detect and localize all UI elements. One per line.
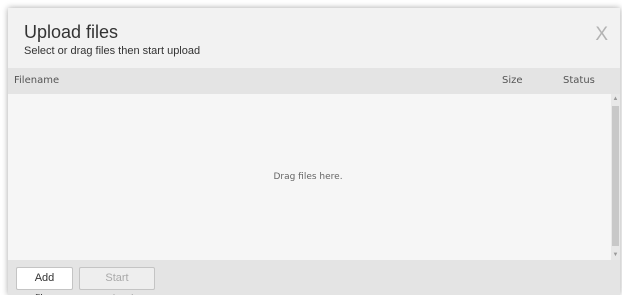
add-files-button[interactable]: Add files — [16, 267, 73, 295]
column-header-status: Status — [563, 75, 595, 86]
file-list-scrollbar[interactable]: ▲ ▼ — [611, 94, 620, 260]
dialog-footer: Add files Start upload — [8, 260, 620, 295]
column-header-size: Size — [502, 75, 523, 86]
start-upload-button[interactable]: Start upload — [79, 267, 155, 295]
file-list-header: Filename Size Status — [8, 68, 620, 94]
scroll-down-arrow-icon[interactable]: ▼ — [611, 250, 620, 260]
upload-dialog: Upload files Select or drag files then s… — [8, 8, 620, 295]
drop-hint-text: Drag files here. — [273, 172, 343, 182]
close-icon[interactable]: X — [595, 24, 608, 46]
scroll-up-arrow-icon[interactable]: ▲ — [611, 94, 620, 104]
file-drop-area[interactable]: Drag files here. — [8, 94, 620, 260]
dialog-title: Upload files — [24, 22, 119, 42]
dialog-subtitle: Select or drag files then start upload — [24, 45, 201, 57]
column-header-filename: Filename — [14, 75, 60, 86]
scroll-thumb[interactable] — [612, 106, 619, 246]
dialog-header: Upload files Select or drag files then s… — [8, 8, 620, 68]
